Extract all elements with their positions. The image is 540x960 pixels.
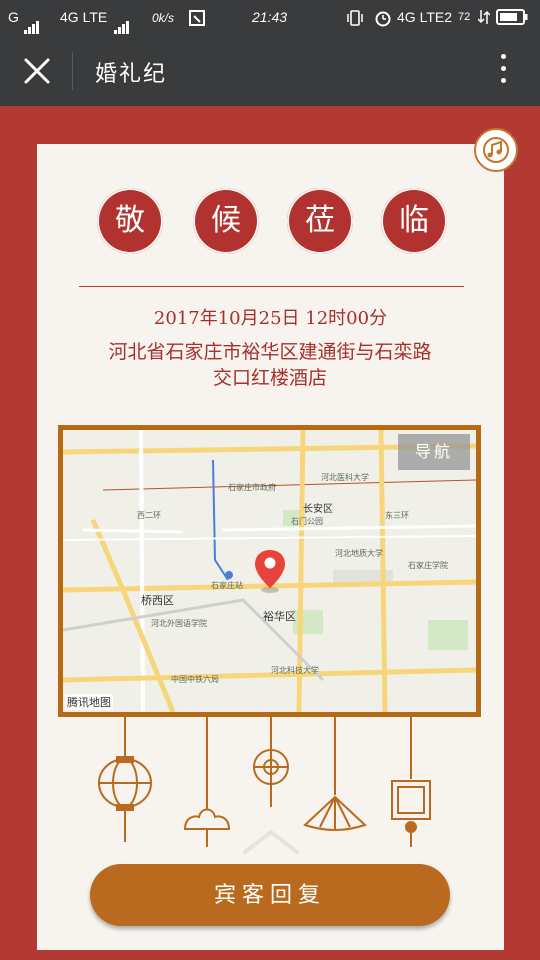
battery-percent: 72 (458, 11, 471, 23)
map-label-keji: 河北科技大学 (271, 666, 319, 675)
map-navigate-button[interactable]: 导航 (398, 434, 470, 470)
alarm-icon (374, 9, 392, 30)
battery-icon (496, 8, 528, 29)
address-line-1: 河北省石家庄市裕华区建通街与石栾路 (108, 341, 432, 363)
map-label-qiaoxi: 桥西区 (141, 594, 174, 607)
app-navbar: 婚礼纪 (0, 36, 540, 106)
map-provider-logo: 腾讯地图 (65, 694, 113, 710)
nav-divider (72, 52, 73, 90)
carrier-label: G (8, 9, 19, 25)
network-label-1: 4G LTE (60, 9, 108, 25)
page-title: 婚礼纪 (95, 62, 168, 87)
map-label-waiguoyu: 河北外国语学院 (151, 619, 207, 628)
screenshot-icon (188, 9, 206, 30)
map-label-xi-er: 西二环 (137, 511, 161, 520)
vibrate-icon (346, 9, 364, 30)
location-pin-icon (253, 548, 287, 598)
clock-time: 21:43 (252, 9, 288, 25)
event-address: 河北省石家庄市裕华区建通街与石栾路 交口红楼酒店 (80, 339, 460, 391)
map-label-station: 石家庄站 (211, 581, 243, 590)
guest-rsvp-button[interactable]: 宾客回复 (90, 864, 450, 926)
data-arrows-icon (477, 9, 491, 28)
map-label-shimen: 石门公园 (291, 517, 323, 526)
venue-map[interactable]: 裕华区 桥西区 长安区 石门公园 石家庄站 石家庄市政府 河北科技大学 河北外国… (58, 425, 481, 717)
greeting-char-3: 莅 (287, 188, 353, 254)
map-label-jiaoxue: 石家庄学院 (408, 561, 448, 570)
greeting-char-1: 敬 (97, 188, 163, 254)
close-icon[interactable] (22, 56, 52, 86)
map-label-gov: 石家庄市政府 (228, 483, 276, 492)
network-label-2: 4G LTE2 (397, 9, 452, 25)
status-bar: G 4G LTE 0k/s 21:43 4G LTE2 72 (0, 0, 540, 36)
more-vertical-icon[interactable] (495, 54, 511, 90)
music-toggle-icon[interactable] (474, 128, 518, 172)
address-line-2: 交口红楼酒店 (212, 367, 327, 389)
map-label-zhongtie: 中国中铁六局 (171, 675, 219, 684)
map-label-dongsan: 东三环 (385, 511, 409, 520)
greeting-char-4: 临 (381, 188, 447, 254)
scroll-up-chevron-icon[interactable] (241, 826, 301, 856)
event-datetime: 2017年10月25日 12时00分 (153, 308, 388, 329)
title-divider (79, 286, 464, 287)
map-label-hebei-med: 河北医科大学 (321, 473, 369, 482)
net-speed: 0k/s (152, 11, 175, 25)
map-label-yuhua: 裕华区 (263, 610, 296, 623)
map-label-shida: 河北地质大学 (335, 549, 383, 558)
map-label-changan: 长安区 (303, 504, 333, 515)
greeting-char-2: 候 (193, 188, 259, 254)
